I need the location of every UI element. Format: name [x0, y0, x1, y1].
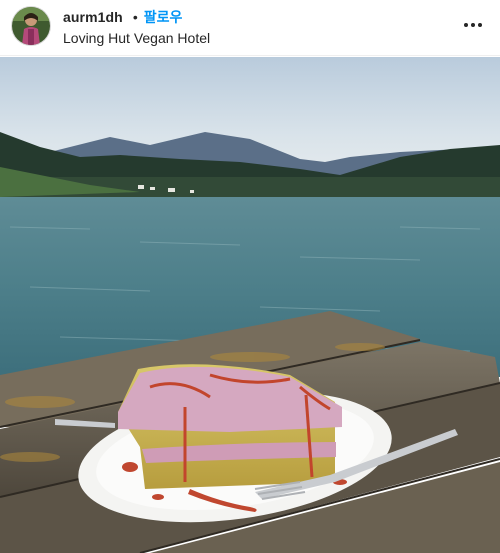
follow-button[interactable]: 팔로우 — [144, 7, 183, 27]
location-link[interactable]: Loving Hut Vegan Hotel — [63, 30, 443, 46]
avatar-image — [12, 7, 50, 45]
post-header-text: aurm1dh • 팔로우 Loving Hut Vegan Hotel — [63, 7, 443, 46]
post-header: aurm1dh • 팔로우 Loving Hut Vegan Hotel — [0, 0, 500, 56]
post-photo[interactable] — [0, 57, 500, 553]
more-options-button[interactable] — [462, 14, 484, 36]
post-image — [0, 57, 500, 553]
avatar[interactable] — [12, 7, 50, 45]
more-horizontal-icon — [464, 23, 482, 27]
separator-dot: • — [132, 9, 138, 25]
username[interactable]: aurm1dh — [63, 9, 123, 25]
